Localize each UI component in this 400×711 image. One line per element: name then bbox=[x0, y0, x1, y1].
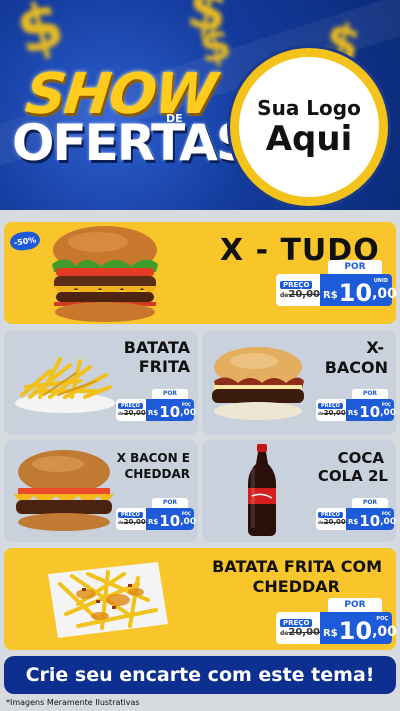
product-name-line2: BACON bbox=[324, 358, 388, 377]
por-label: POR bbox=[152, 498, 188, 508]
unit-label: POÇ bbox=[381, 511, 391, 516]
header-banner: $ $ $ $ SHOW DE OFERTAS Sua Logo Aqui bbox=[0, 0, 400, 210]
old-price-value: 20,00 bbox=[123, 409, 146, 417]
price-tag: PREÇO de20,00 POR R$ 10 ,00 UNID bbox=[276, 260, 397, 307]
price-decimal: ,00 bbox=[380, 408, 397, 418]
disclaimer-text: *Imagens Meramente Ilustrativas bbox=[6, 698, 140, 707]
product-name-line1: COCA bbox=[337, 449, 384, 467]
product-name-line1: X BACON E bbox=[116, 451, 190, 465]
create-flyer-button[interactable]: Crie seu encarte com este tema! bbox=[4, 656, 396, 694]
currency-symbol: R$ bbox=[148, 518, 159, 526]
currency-symbol: R$ bbox=[323, 290, 338, 301]
old-price: de20,00 bbox=[280, 289, 320, 300]
unit-label: POÇ bbox=[181, 402, 191, 407]
product-card-batata-cheddar[interactable]: BATATA FRITA COM CHEDDAR PREÇO de20,00 P… bbox=[4, 548, 397, 650]
unit-label: POÇ bbox=[181, 511, 191, 516]
old-price-value: 20,00 bbox=[323, 409, 346, 417]
logo-placeholder[interactable]: Sua Logo Aqui bbox=[230, 48, 388, 206]
price-integer: 10 bbox=[338, 279, 373, 307]
product-card-coca-cola[interactable]: COCA COLA 2L PREÇO de20,00 POR R$ 10 ,00… bbox=[202, 440, 396, 542]
old-price: de20,00 bbox=[318, 409, 346, 417]
bacon-burger-image bbox=[206, 343, 310, 423]
unit-label: UNID bbox=[373, 278, 388, 284]
price-integer: 10 bbox=[359, 403, 381, 421]
unit-label: POÇ bbox=[376, 616, 388, 622]
currency-symbol: R$ bbox=[348, 518, 359, 526]
logo-line2: Aqui bbox=[265, 119, 353, 159]
old-price-value: 20,00 bbox=[288, 626, 321, 638]
show-de-ofertas-logo: SHOW DE OFERTAS bbox=[12, 62, 252, 192]
preco-label: PREÇO bbox=[280, 280, 313, 289]
old-price-value: 20,00 bbox=[123, 518, 146, 526]
por-label: POR bbox=[328, 598, 382, 612]
price-tag: PREÇO de20,00 POR R$ 10 ,00 POÇ bbox=[316, 498, 397, 530]
unit-label: POÇ bbox=[381, 402, 391, 407]
product-name-line2: COLA 2L bbox=[317, 467, 388, 485]
price-decimal: ,00 bbox=[380, 517, 397, 527]
soda-bottle-image bbox=[246, 444, 278, 538]
por-label: POR bbox=[352, 498, 388, 508]
old-price: de20,00 bbox=[280, 627, 320, 638]
product-name-line1: X- bbox=[366, 338, 384, 357]
preco-label: PREÇO bbox=[280, 618, 313, 627]
currency-symbol: R$ bbox=[323, 628, 338, 639]
price-tag: PREÇO de20,00 POR R$ 10 ,00 POÇ bbox=[276, 598, 397, 645]
burger-image bbox=[46, 224, 164, 324]
product-name-line1: BATATA FRITA COM bbox=[212, 557, 382, 576]
price-tag: PREÇO de20,00 POR R$ 10 ,00 POÇ bbox=[316, 389, 397, 421]
price-decimal: ,00 bbox=[372, 624, 397, 640]
product-card-x-bacon-cheddar[interactable]: X BACON E CHEDDAR PREÇO de20,00 POR R$ 1… bbox=[4, 440, 198, 542]
currency-symbol: R$ bbox=[348, 409, 359, 417]
old-price: de20,00 bbox=[318, 518, 346, 526]
price-tag: PREÇO de20,00 POR R$ 10 ,00 POÇ bbox=[116, 498, 197, 530]
old-price: de20,00 bbox=[118, 518, 146, 526]
old-price-value: 20,00 bbox=[323, 518, 346, 526]
price-decimal: ,00 bbox=[372, 286, 397, 302]
price-tag: PREÇO de20,00 POR R$ 10 ,00 POÇ bbox=[116, 389, 197, 421]
ofertas-title: OFERTAS bbox=[12, 114, 252, 172]
product-name-line2: CHEDDAR bbox=[252, 577, 340, 596]
product-name-line2: FRITA bbox=[138, 357, 190, 376]
price-integer: 10 bbox=[359, 512, 381, 530]
product-card-x-tudo[interactable]: X - TUDO PREÇO de20,00 POR R$ 10 ,00 UNI… bbox=[4, 222, 397, 324]
product-name-line1: BATATA bbox=[123, 338, 190, 357]
price-decimal: ,00 bbox=[180, 408, 197, 418]
product-card-batata-frita[interactable]: BATATA FRITA PREÇO de20,00 POR R$ 10 ,00… bbox=[4, 331, 198, 435]
por-label: POR bbox=[328, 260, 382, 274]
fries-image bbox=[10, 351, 120, 415]
por-label: POR bbox=[152, 389, 188, 399]
currency-symbol: R$ bbox=[148, 409, 159, 417]
price-integer: 10 bbox=[159, 512, 181, 530]
product-card-x-bacon[interactable]: X- BACON PREÇO de20,00 POR R$ 10 ,00 POÇ bbox=[202, 331, 396, 435]
price-integer: 10 bbox=[159, 403, 181, 421]
old-price-value: 20,00 bbox=[288, 288, 321, 300]
cheddar-burger-image bbox=[8, 448, 120, 534]
por-label: POR bbox=[352, 389, 388, 399]
product-name-line2: CHEDDAR bbox=[124, 467, 191, 481]
logo-line1: Sua Logo bbox=[257, 96, 361, 120]
cheddar-fries-image bbox=[38, 554, 174, 644]
dollar-icon: $ bbox=[9, 0, 72, 71]
price-decimal: ,00 bbox=[180, 517, 197, 527]
price-integer: 10 bbox=[338, 617, 373, 645]
old-price: de20,00 bbox=[118, 409, 146, 417]
